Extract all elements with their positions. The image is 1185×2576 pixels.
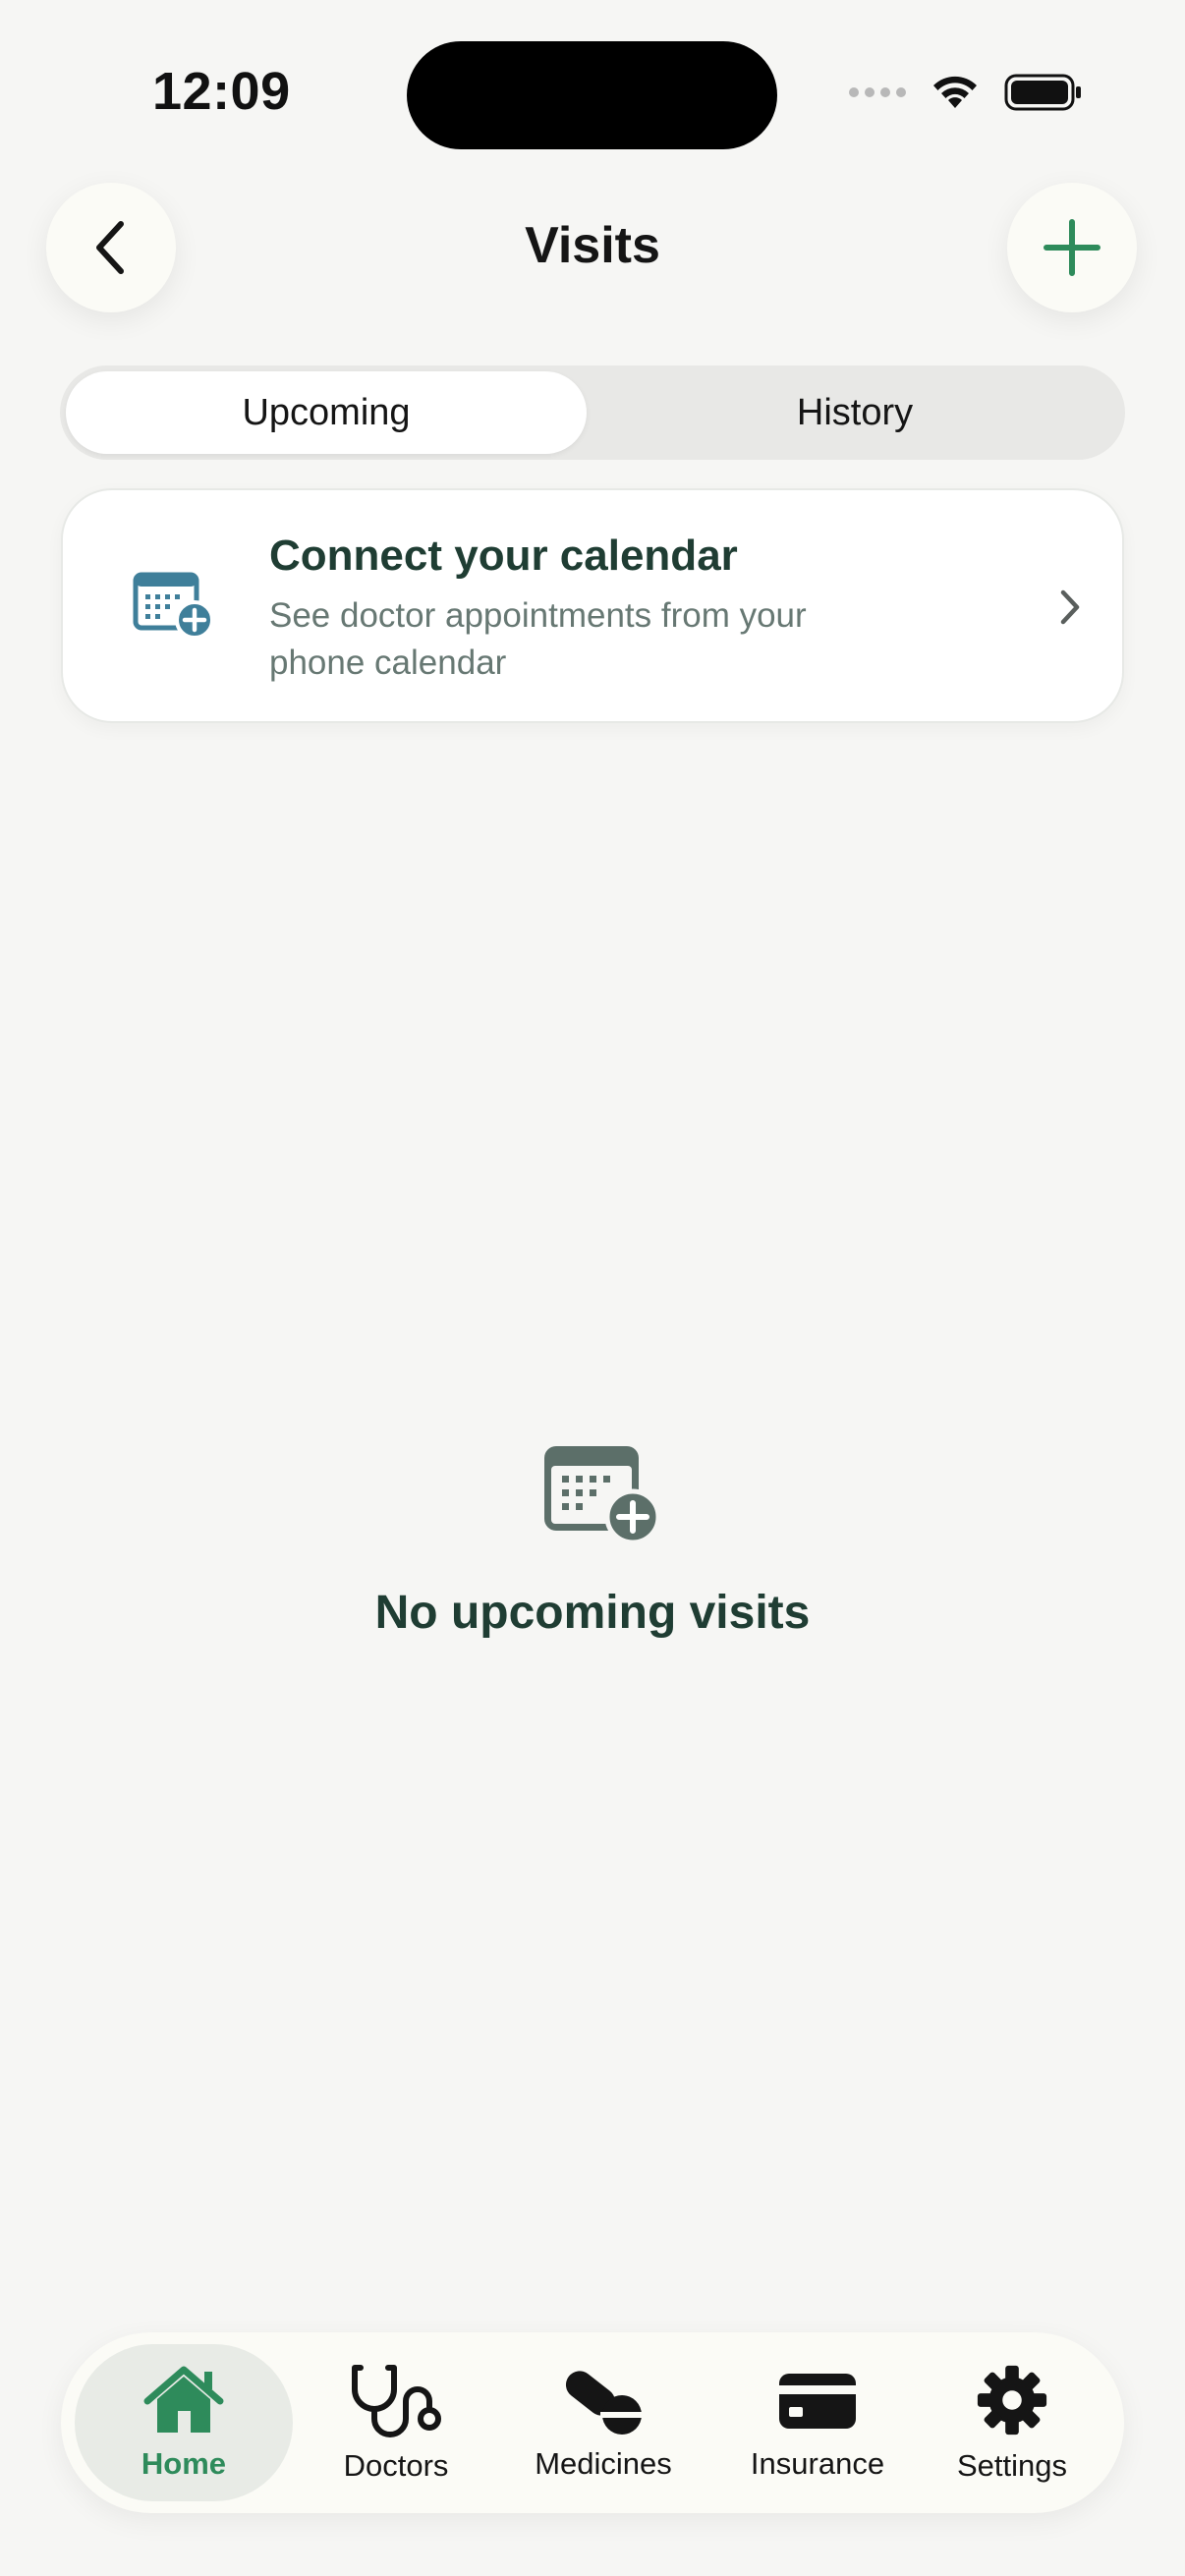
dynamic-island (407, 41, 777, 149)
tab-bar-doctors-label: Doctors (343, 2448, 449, 2483)
pills-icon (565, 2371, 644, 2435)
plus-icon (1044, 219, 1100, 276)
connect-calendar-title: Connect your calendar (269, 532, 738, 580)
wifi-icon (933, 76, 977, 108)
visits-segmented-control: Upcoming History (60, 365, 1125, 460)
add-visit-button[interactable] (1007, 183, 1137, 312)
tab-history-label: History (796, 391, 914, 433)
tab-bar-settings[interactable]: Settings (926, 2344, 1099, 2501)
chevron-right-icon (1060, 589, 1080, 625)
tab-bar-medicines[interactable]: Medicines (499, 2344, 707, 2501)
cellular-signal-icon (849, 87, 906, 97)
tab-history[interactable]: History (591, 371, 1119, 454)
visits-screen: 12:09 Visits Upcoming History Connect yo… (0, 0, 1185, 2576)
tab-bar-doctors[interactable]: Doctors (305, 2344, 487, 2501)
gear-icon (977, 2365, 1047, 2436)
house-icon (143, 2366, 224, 2433)
tab-bar-home[interactable]: Home (75, 2344, 293, 2501)
tab-upcoming[interactable]: Upcoming (66, 371, 587, 454)
stethoscope-icon (352, 2365, 441, 2437)
tab-bar-insurance-label: Insurance (750, 2446, 885, 2481)
empty-calendar-icon (544, 1446, 661, 1544)
connect-calendar-subtitle: See doctor appointments from your phone … (269, 596, 807, 682)
tab-bar-home-label: Home (141, 2446, 227, 2481)
tab-bar-settings-label: Settings (956, 2448, 1067, 2483)
tab-bar-medicines-label: Medicines (535, 2446, 672, 2481)
status-time: 12:09 (152, 62, 291, 121)
status-icons (849, 73, 1083, 112)
empty-state-message: No upcoming visits (374, 1587, 811, 1639)
calendar-plus-icon (133, 572, 214, 640)
bottom-tab-bar: Home Doctors Medicines Insurance Setting… (61, 2332, 1124, 2513)
card-icon (779, 2374, 856, 2429)
connect-calendar-card[interactable]: Connect your calendar See doctor appoint… (61, 488, 1124, 723)
tab-upcoming-label: Upcoming (242, 391, 411, 433)
battery-icon (1004, 74, 1081, 111)
tab-bar-insurance[interactable]: Insurance (719, 2344, 916, 2501)
